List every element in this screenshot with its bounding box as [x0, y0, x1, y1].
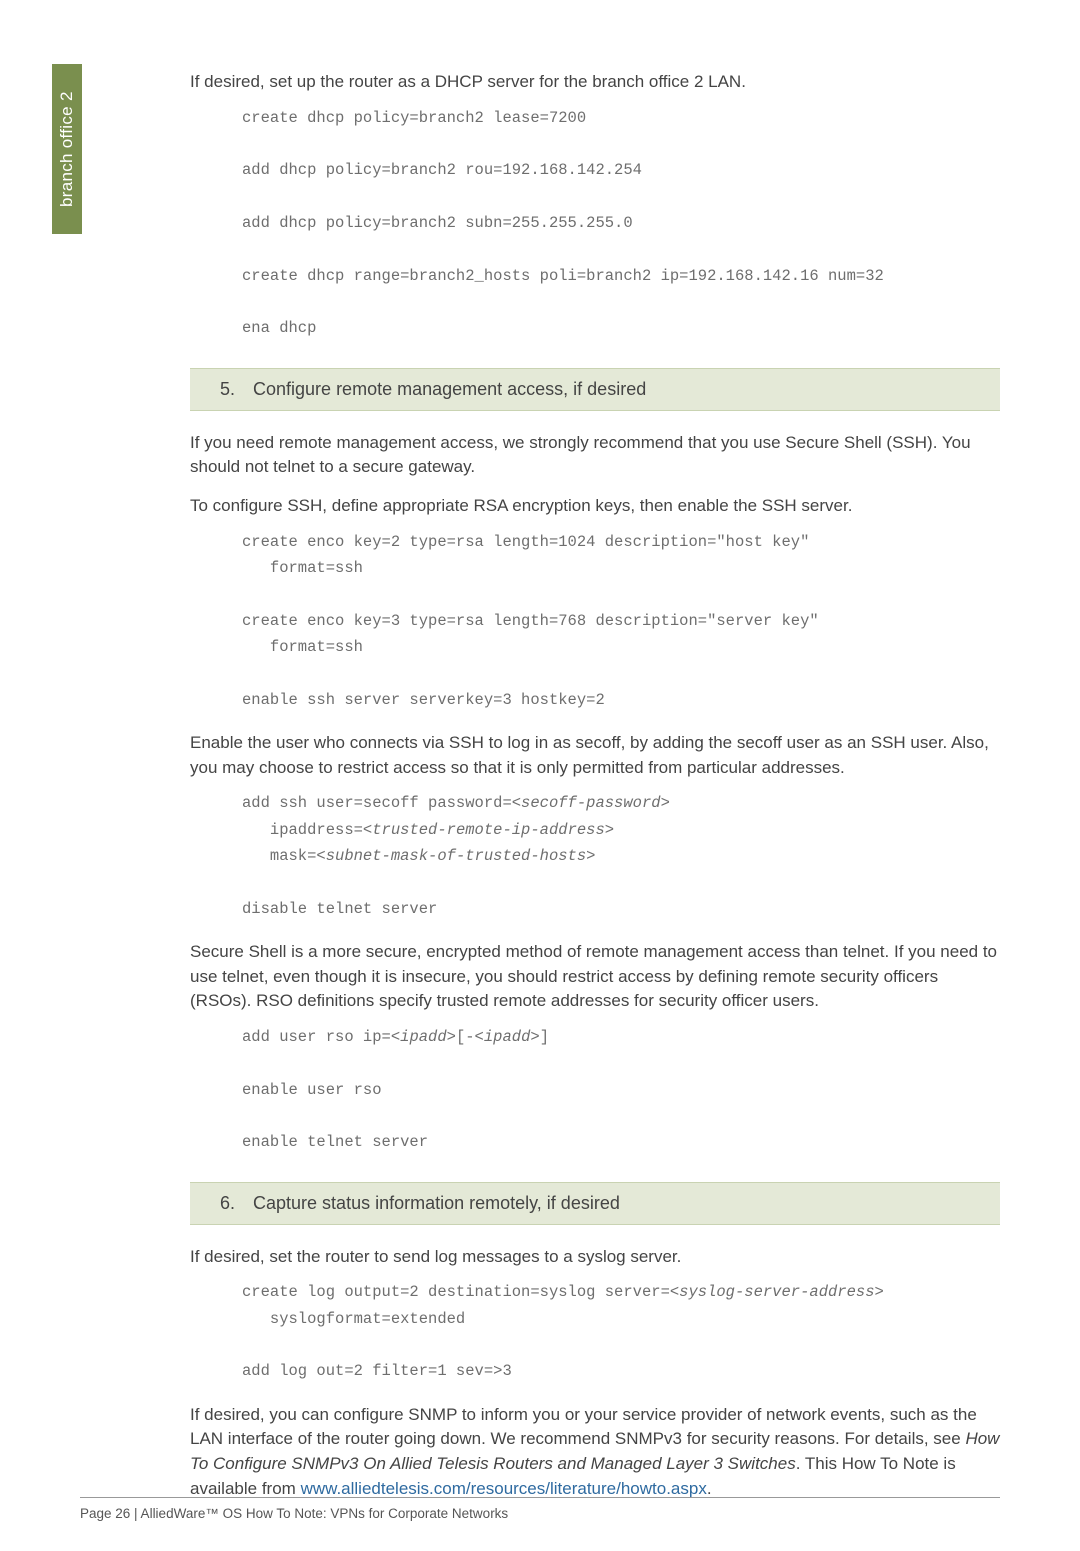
step6-para-b: If desired, you can configure SNMP to in…	[190, 1403, 1000, 1502]
step5-para-d: Secure Shell is a more secure, encrypted…	[190, 940, 1000, 1014]
step5-para-a: If you need remote management access, we…	[190, 431, 1000, 480]
code-block-dhcp: create dhcp policy=branch2 lease=7200 ad…	[242, 105, 1000, 342]
step-6-number: 6.	[220, 1193, 248, 1214]
step5-para-b: To configure SSH, define appropriate RSA…	[190, 494, 1000, 519]
step-5-title: Configure remote management access, if d…	[253, 379, 646, 399]
intro-paragraph-1: If desired, set up the router as a DHCP …	[190, 70, 1000, 95]
step-6-header: 6. Capture status information remotely, …	[190, 1182, 1000, 1225]
code-block-ssh-user: add ssh user=secoff password=<secoff-pas…	[242, 790, 1000, 922]
main-content: If desired, set up the router as a DHCP …	[190, 70, 1000, 1501]
step5-para-c: Enable the user who connects via SSH to …	[190, 731, 1000, 780]
howto-link[interactable]: www.alliedtelesis.com/resources/literatu…	[301, 1479, 707, 1498]
code-block-ssh-keys: create enco key=2 type=rsa length=1024 d…	[242, 529, 1000, 713]
step-6-title: Capture status information remotely, if …	[253, 1193, 620, 1213]
side-tab: branch office 2	[52, 64, 82, 234]
step-5-number: 5.	[220, 379, 248, 400]
code-block-syslog: create log output=2 destination=syslog s…	[242, 1279, 1000, 1384]
code-block-rso: add user rso ip=<ipadd>[-<ipadd>] enable…	[242, 1024, 1000, 1156]
step6-para-a: If desired, set the router to send log m…	[190, 1245, 1000, 1270]
step-5-header: 5. Configure remote management access, i…	[190, 368, 1000, 411]
page-footer: Page 26 | AlliedWare™ OS How To Note: VP…	[80, 1497, 1000, 1521]
